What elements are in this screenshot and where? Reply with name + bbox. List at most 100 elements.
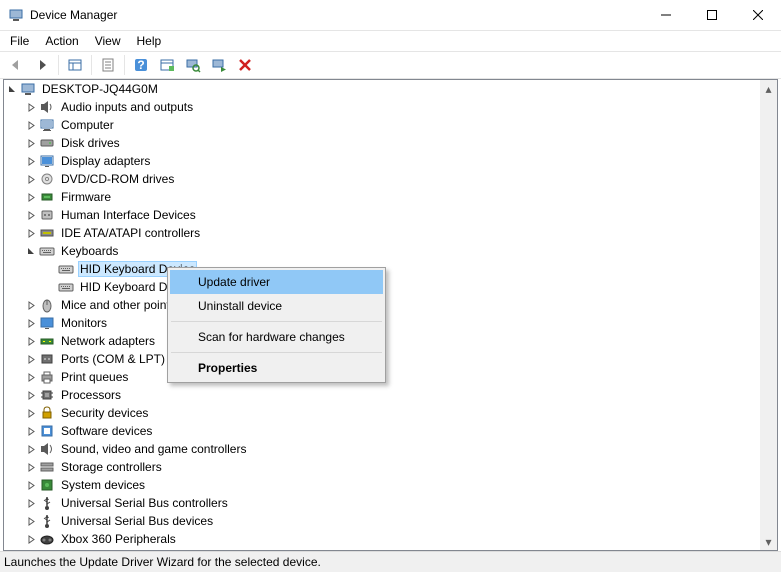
menu-view[interactable]: View (87, 32, 129, 50)
properties-button[interactable] (96, 53, 120, 77)
scroll-up-arrow[interactable]: ▴ (760, 80, 777, 97)
expand-icon[interactable] (23, 224, 39, 242)
expand-icon[interactable] (23, 152, 39, 170)
maximize-button[interactable] (689, 0, 735, 31)
device-tree-category[interactable]: Computer (4, 116, 760, 134)
device-tree-category[interactable]: Keyboards (4, 242, 760, 260)
expand-icon[interactable] (23, 494, 39, 512)
uninstall-device-button[interactable] (233, 53, 257, 77)
expand-icon[interactable] (23, 134, 39, 152)
device-tree-category[interactable]: Xbox 360 Peripherals (4, 530, 760, 548)
i-display-icon (39, 153, 55, 169)
close-button[interactable] (735, 0, 781, 31)
expand-icon[interactable] (23, 530, 39, 548)
expand-icon[interactable] (23, 332, 39, 350)
i-keyboard-icon (39, 243, 55, 259)
menu-file[interactable]: File (2, 32, 37, 50)
menu-help[interactable]: Help (129, 32, 170, 50)
tree-node-label: IDE ATA/ATAPI controllers (59, 226, 202, 240)
i-dvd-icon (39, 171, 55, 187)
i-usb-icon (39, 513, 55, 529)
expand-icon[interactable] (23, 314, 39, 332)
device-tree-category[interactable]: DESKTOP-JQ44G0M (4, 80, 760, 98)
expand-icon[interactable] (23, 116, 39, 134)
toolbar-separator (91, 55, 92, 75)
device-tree-category[interactable]: Audio inputs and outputs (4, 98, 760, 116)
i-processor-icon (39, 387, 55, 403)
minimize-button[interactable] (643, 0, 689, 31)
expand-icon[interactable] (23, 350, 39, 368)
expand-icon[interactable] (23, 98, 39, 116)
expand-icon[interactable] (23, 368, 39, 386)
titlebar: Device Manager (0, 0, 781, 31)
scan-hardware-button[interactable] (181, 53, 205, 77)
context-menu-separator (171, 352, 382, 353)
device-tree-category[interactable]: Human Interface Devices (4, 206, 760, 224)
tree-node-label: Universal Serial Bus devices (59, 514, 215, 528)
device-tree-category[interactable]: Universal Serial Bus controllers (4, 494, 760, 512)
tree-node-label: Xbox 360 Peripherals (59, 532, 178, 546)
device-tree-category[interactable]: Disk drives (4, 134, 760, 152)
tree-node-label: DESKTOP-JQ44G0M (40, 82, 160, 96)
help-button[interactable]: ? (129, 53, 153, 77)
expand-icon[interactable] (23, 206, 39, 224)
update-driver-button[interactable] (155, 53, 179, 77)
enable-device-button[interactable] (207, 53, 231, 77)
context-menu-item[interactable]: Scan for hardware changes (170, 325, 383, 349)
context-menu: Update driverUninstall device Scan for ha… (167, 267, 386, 383)
show-hidden-button[interactable] (63, 53, 87, 77)
tree-node-label: Software devices (59, 424, 154, 438)
toolbar-separator (58, 55, 59, 75)
i-computer-icon (39, 117, 55, 133)
expand-icon[interactable] (23, 188, 39, 206)
i-keyboard-icon (58, 261, 74, 277)
i-audio-icon (39, 99, 55, 115)
forward-button[interactable] (30, 53, 54, 77)
i-storage-icon (39, 459, 55, 475)
device-tree-category[interactable]: Firmware (4, 188, 760, 206)
i-disk-icon (39, 135, 55, 151)
device-tree-category[interactable]: Storage controllers (4, 458, 760, 476)
statusbar-text: Launches the Update Driver Wizard for th… (4, 555, 321, 569)
expand-icon[interactable] (23, 476, 39, 494)
device-tree-category[interactable]: Security devices (4, 404, 760, 422)
device-tree-area: DESKTOP-JQ44G0M Audio inputs and outputs C… (3, 79, 778, 551)
device-tree-category[interactable]: Processors (4, 386, 760, 404)
i-monitor-icon (39, 315, 55, 331)
vertical-scrollbar[interactable]: ▴ ▾ (760, 80, 777, 550)
expand-icon[interactable] (23, 170, 39, 188)
tree-node-label: Print queues (59, 370, 130, 384)
scroll-down-arrow[interactable]: ▾ (760, 533, 777, 550)
device-tree-category[interactable]: Display adapters (4, 152, 760, 170)
i-mouse-icon (39, 297, 55, 313)
expand-icon[interactable] (23, 404, 39, 422)
device-tree-category[interactable]: Sound, video and game controllers (4, 440, 760, 458)
tree-node-label: Computer (59, 118, 116, 132)
i-system-icon (39, 477, 55, 493)
expand-icon[interactable] (23, 296, 39, 314)
back-button[interactable] (4, 53, 28, 77)
device-tree-category[interactable]: DVD/CD-ROM drives (4, 170, 760, 188)
expand-icon[interactable] (23, 458, 39, 476)
context-menu-item[interactable]: Properties (170, 356, 383, 380)
tree-node-label: Monitors (59, 316, 109, 330)
device-tree-category[interactable]: IDE ATA/ATAPI controllers (4, 224, 760, 242)
tree-node-label: Ports (COM & LPT) (59, 352, 167, 366)
expand-icon[interactable] (23, 440, 39, 458)
context-menu-item[interactable]: Update driver (170, 270, 383, 294)
collapse-icon[interactable] (4, 80, 20, 98)
i-firmware-icon (39, 189, 55, 205)
expand-icon[interactable] (23, 386, 39, 404)
i-device-manager-icon (20, 81, 36, 97)
collapse-icon[interactable] (23, 242, 39, 260)
expand-icon[interactable] (23, 422, 39, 440)
i-software-icon (39, 423, 55, 439)
device-tree-category[interactable]: Software devices (4, 422, 760, 440)
tree-node-label: Sound, video and game controllers (59, 442, 248, 456)
expand-icon[interactable] (23, 512, 39, 530)
device-tree-category[interactable]: System devices (4, 476, 760, 494)
menu-action[interactable]: Action (37, 32, 86, 50)
context-menu-item[interactable]: Uninstall device (170, 294, 383, 318)
device-tree-category[interactable]: Universal Serial Bus devices (4, 512, 760, 530)
toolbar-separator (124, 55, 125, 75)
